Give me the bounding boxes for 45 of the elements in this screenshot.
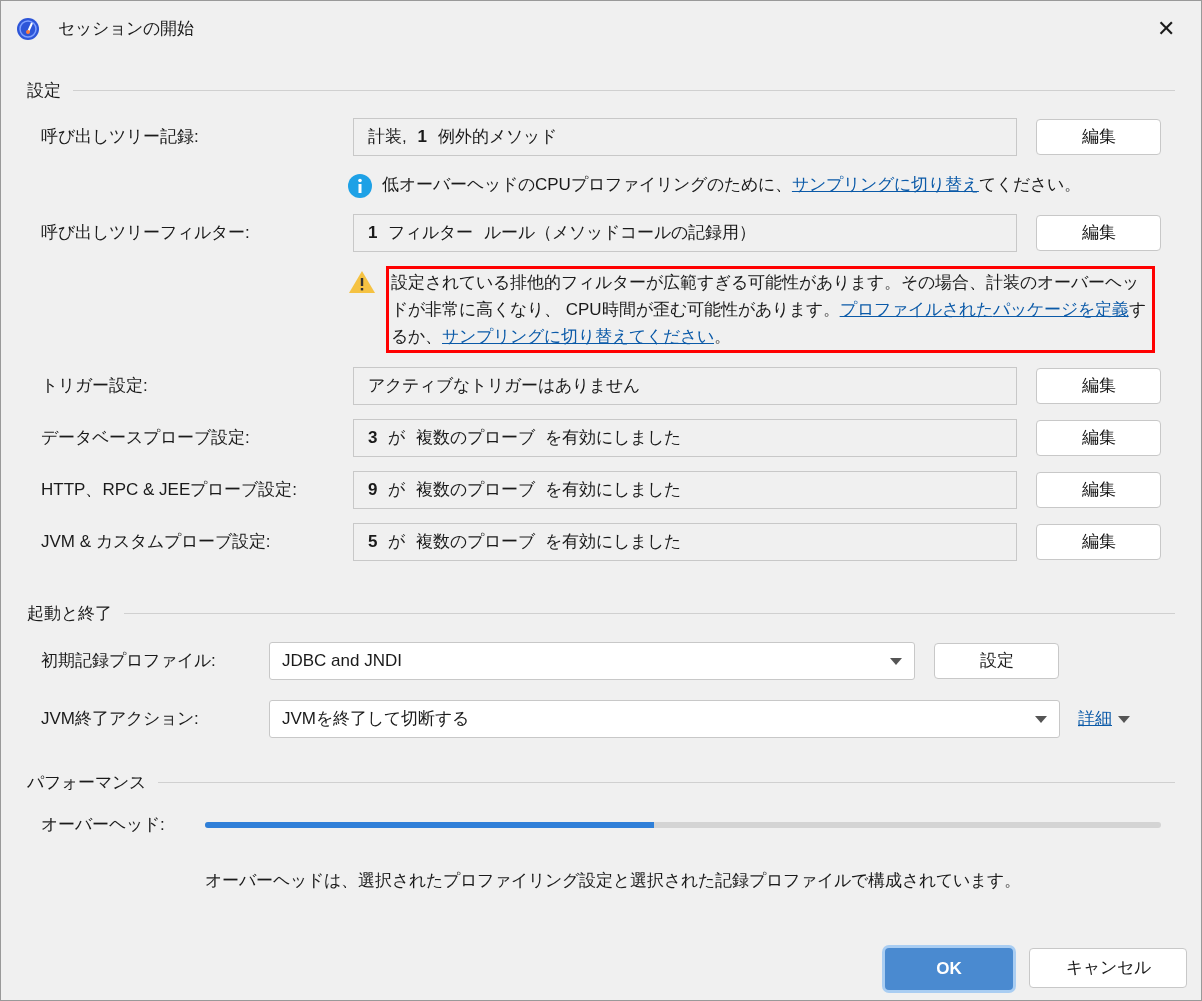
warning-message: 設定されている排他的フィルターが広範すぎる可能性があります。その場合、計装のオーバーヘッドが非常に高くなり、 CPU時間が歪む可能性があります。プロファイルされたパッケージを定義するか、サンプリングに切り替えてください。	[386, 265, 1155, 353]
edit-button[interactable]: 編集	[1036, 367, 1161, 404]
value-field: アクティブなトリガーはありません	[353, 366, 1017, 405]
section-title: パフォーマンス	[27, 772, 146, 794]
value-field: 5 が 複数のプローブ を有効にしました	[353, 522, 1017, 561]
value-field: 9 が 複数のプローブ を有効にしました	[353, 470, 1017, 509]
details-link[interactable]: 詳細	[1078, 706, 1112, 732]
dropdown[interactable]: JVMを終了して切断する	[269, 700, 1060, 738]
field-label: 初期記録プロファイル:	[41, 650, 217, 673]
link[interactable]: サンプリングに切り替え	[791, 174, 979, 194]
caret-icon	[1118, 715, 1130, 723]
link[interactable]: パッケージを定義	[992, 299, 1129, 319]
value-field: 1 フィルター ルール（メソッドコールの記録用）	[353, 213, 1017, 252]
edit-button[interactable]: 編集	[1036, 523, 1161, 560]
app-logo-icon	[16, 16, 40, 41]
field-label: HTTP、RPC & JEEプローブ設定:	[41, 478, 298, 501]
field-label: データベースプローブ設定:	[41, 426, 251, 449]
warning-icon	[348, 269, 376, 294]
dropdown[interactable]: JDBC and JNDI	[269, 642, 915, 680]
ok-button[interactable]: OK	[885, 948, 1013, 990]
field-label: トリガー設定:	[41, 374, 149, 397]
close-button[interactable]: ✕	[1146, 8, 1186, 49]
edit-button[interactable]: 編集	[1036, 471, 1161, 508]
value-field: 計装, 1 例外的メソッド	[353, 117, 1017, 156]
link[interactable]: プロファイルされた	[839, 299, 993, 319]
field-label: JVM & カスタムプローブ設定:	[41, 530, 272, 553]
link[interactable]: サンプリングに切り替えてください	[442, 326, 714, 346]
field-label: 呼び出しツリー記録:	[41, 125, 200, 148]
field-label: オーバーヘッド:	[41, 813, 166, 836]
value-field: 3 が 複数のプローブ を有効にしました	[353, 418, 1017, 457]
caret-icon	[890, 657, 902, 665]
edit-button[interactable]: 編集	[1036, 214, 1161, 251]
window-title: セッションの開始	[58, 17, 194, 40]
caret-icon	[1035, 715, 1047, 723]
info-message: 低オーバーヘッドのCPUプロファイリングのために、サンプリングに切り替えてください。	[382, 173, 1081, 196]
section-title: 設定	[27, 80, 61, 102]
field-label: 呼び出しツリーフィルター:	[41, 221, 251, 244]
edit-button[interactable]: 編集	[1036, 419, 1161, 456]
section-title: 起動と終了	[27, 602, 112, 625]
info-icon	[348, 173, 372, 198]
settings-button[interactable]: 設定	[934, 643, 1059, 679]
cancel-button[interactable]: キャンセル	[1029, 948, 1187, 988]
edit-button[interactable]: 編集	[1036, 118, 1161, 155]
field-label: JVM終了アクション:	[41, 708, 200, 731]
caption: オーバーヘッドは、選択されたプロファイリング設定と選択された記録プロファイルで構成されています。	[204, 869, 1022, 892]
